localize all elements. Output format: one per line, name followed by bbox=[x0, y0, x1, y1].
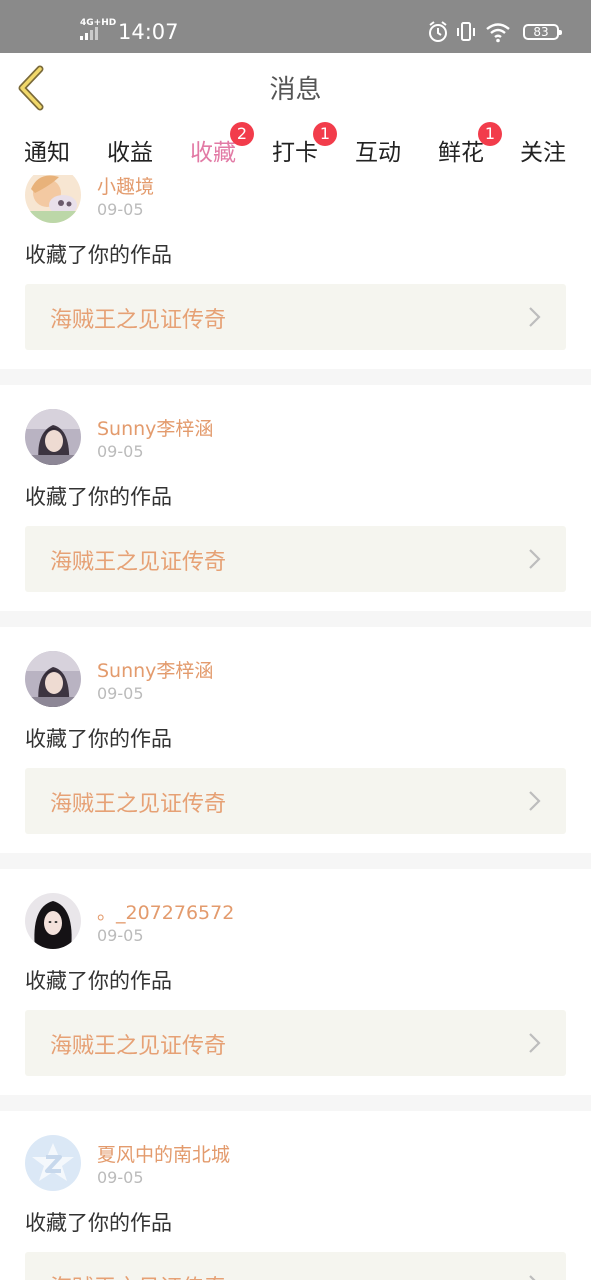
message-date: 09-05 bbox=[97, 442, 144, 461]
chevron-right-icon bbox=[529, 1033, 541, 1053]
username[interactable]: 夏风中的南北城 bbox=[97, 1140, 230, 1167]
chevron-right-icon bbox=[529, 791, 541, 811]
card-divider bbox=[0, 1095, 591, 1111]
work-title: 海贼王之见证传奇 bbox=[50, 308, 227, 333]
message-text: 收藏了你的作品 bbox=[25, 727, 172, 751]
tab-label: 互动 bbox=[355, 140, 401, 166]
message-date: 09-05 bbox=[97, 684, 144, 703]
username[interactable]: 。_207276572 bbox=[97, 898, 234, 925]
message-text: 收藏了你的作品 bbox=[25, 485, 172, 509]
message-date: 09-05 bbox=[97, 200, 144, 219]
tab-label: 收益 bbox=[107, 140, 153, 166]
work-link[interactable]: 海贼王之见证传奇 bbox=[25, 768, 566, 834]
tab-label: 收藏 bbox=[190, 140, 236, 166]
username[interactable]: Sunny李梓涵 bbox=[97, 414, 213, 441]
tab-follows[interactable]: 关注 bbox=[520, 133, 566, 167]
avatar-photo-girl[interactable] bbox=[25, 409, 81, 465]
favorite-message-card: 小趣境 09-05 收藏了你的作品 海贼王之见证传奇 bbox=[0, 175, 591, 369]
avatar-anime[interactable] bbox=[25, 175, 81, 223]
work-title: 海贼王之见证传奇 bbox=[50, 1034, 227, 1059]
network-type: 4G+HD bbox=[80, 18, 117, 28]
header: 消息 bbox=[0, 53, 591, 125]
clock: 14:07 bbox=[118, 20, 179, 44]
work-title: 海贼王之见证传奇 bbox=[50, 1270, 226, 1280]
chevron-right-icon bbox=[529, 549, 541, 569]
tab-earnings[interactable]: 收益 bbox=[107, 133, 153, 167]
tab-favorites[interactable]: 收藏 2 bbox=[190, 122, 254, 181]
favorite-message-card: Sunny李梓涵 09-05 收藏了你的作品 海贼王之见证传奇 bbox=[0, 385, 591, 611]
work-link[interactable]: 海贼王之见证传奇 bbox=[25, 1010, 566, 1076]
unread-badge: 2 bbox=[230, 122, 254, 146]
alarm-icon bbox=[429, 21, 447, 42]
card-divider bbox=[0, 853, 591, 869]
work-link[interactable]: 海贼王之见证传奇 bbox=[25, 284, 566, 350]
status-bar: 4G+HD 14:07 83 bbox=[0, 0, 591, 53]
tab-bar: 通知 收益 收藏 2 打卡 1 互动 鲜花 1 关注 bbox=[0, 122, 591, 181]
favorite-message-card: Sunny李梓涵 09-05 收藏了你的作品 海贼王之见证传奇 bbox=[0, 627, 591, 853]
tab-interactions[interactable]: 互动 bbox=[355, 133, 401, 167]
work-link[interactable]: 海贼王之见证传奇 bbox=[25, 1252, 566, 1280]
message-date: 09-05 bbox=[97, 926, 144, 945]
work-link[interactable]: 海贼王之见证传奇 bbox=[25, 526, 566, 592]
vibrate-icon bbox=[457, 22, 475, 41]
battery-icon: 83 bbox=[523, 24, 562, 40]
chevron-right-icon bbox=[529, 1275, 536, 1280]
chevron-right-icon bbox=[529, 307, 541, 327]
tab-label: 关注 bbox=[520, 140, 566, 166]
message-text: 收藏了你的作品 bbox=[25, 969, 172, 993]
unread-badge: 1 bbox=[313, 122, 337, 146]
page-title: 消息 bbox=[269, 75, 322, 105]
message-text: 收藏了你的作品 bbox=[25, 1211, 172, 1235]
tab-notifications[interactable]: 通知 bbox=[24, 133, 70, 167]
message-list[interactable]: 小趣境 09-05 收藏了你的作品 海贼王之见证传奇 Sunny李梓涵 09-0… bbox=[0, 175, 591, 1280]
work-title: 海贼王之见证传奇 bbox=[50, 550, 227, 575]
favorite-message-card: 夏风中的南北城 09-05 收藏了你的作品 海贼王之见证传奇 bbox=[0, 1111, 591, 1280]
avatar-default-z[interactable] bbox=[25, 1135, 81, 1191]
username[interactable]: Sunny李梓涵 bbox=[97, 656, 213, 683]
tab-checkin[interactable]: 打卡 1 bbox=[272, 122, 337, 167]
avatar-photo-dark-hair[interactable] bbox=[25, 893, 81, 949]
tab-flowers[interactable]: 鲜花 1 bbox=[438, 122, 502, 167]
tab-label: 鲜花 bbox=[438, 140, 484, 166]
card-divider bbox=[0, 369, 591, 385]
unread-badge: 1 bbox=[478, 122, 502, 146]
avatar-photo-girl[interactable] bbox=[25, 651, 81, 707]
message-text: 收藏了你的作品 bbox=[25, 243, 172, 267]
message-date: 09-05 bbox=[97, 1168, 144, 1187]
favorite-message-card: 。_207276572 09-05 收藏了你的作品 海贼王之见证传奇 bbox=[0, 869, 591, 1095]
signal-icon: 4G+HD bbox=[80, 18, 116, 42]
card-divider bbox=[0, 611, 591, 627]
wifi-icon bbox=[486, 23, 510, 43]
tab-label: 打卡 bbox=[272, 140, 318, 166]
work-title: 海贼王之见证传奇 bbox=[50, 792, 227, 817]
username[interactable]: 小趣境 bbox=[97, 175, 154, 199]
tab-label: 通知 bbox=[24, 140, 70, 166]
